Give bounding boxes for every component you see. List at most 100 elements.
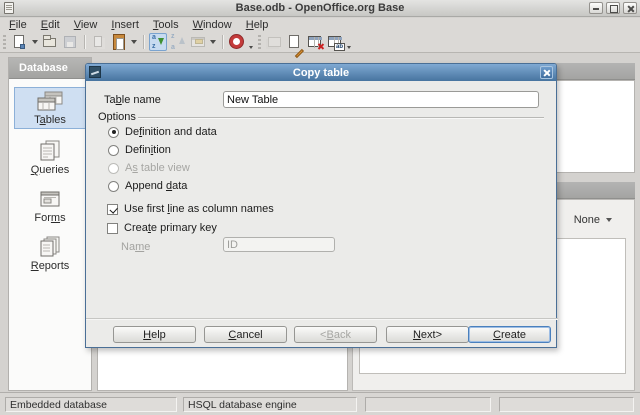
radio-circle (108, 163, 119, 174)
sidebar-item-label: Forms (34, 212, 65, 224)
rename-ab-icon: ab (334, 43, 345, 51)
sidebar-item-label: Tables (34, 114, 66, 126)
dialog-title: Copy table (86, 67, 556, 79)
menu-edit[interactable]: Edit (34, 19, 67, 31)
window-title: Base.odb - OpenOffice.org Base (0, 2, 640, 14)
chevron-down-icon (606, 218, 612, 222)
radio-circle[interactable] (108, 181, 119, 192)
open-folder-icon (43, 38, 56, 47)
new-document-button[interactable] (11, 33, 29, 51)
save-icon (64, 36, 76, 48)
create-button[interactable]: Create (468, 326, 551, 343)
primary-key-name-label: Name (121, 241, 150, 253)
app-icon (4, 2, 14, 14)
pencil-icon (295, 49, 304, 58)
radio-definition[interactable]: Definition (108, 144, 171, 156)
menu-file[interactable]: File (2, 19, 34, 31)
save-button (61, 33, 79, 51)
menubar: File Edit View Insert Tools Window Help (0, 18, 640, 32)
menu-tools[interactable]: Tools (146, 19, 186, 31)
dialog-titlebar: Copy table (86, 64, 556, 81)
dialog-icon (89, 66, 101, 78)
minimize-button[interactable] (589, 2, 603, 14)
new-document-dropdown[interactable] (32, 40, 38, 44)
sidebar-item-reports[interactable]: Reports (14, 233, 86, 275)
table-name-input[interactable] (223, 91, 539, 108)
status-cell-empty (365, 397, 491, 412)
radio-append-data[interactable]: Append data (108, 180, 187, 192)
cancel-button[interactable]: Cancel (204, 326, 287, 343)
reports-icon (35, 236, 65, 259)
statusbar: Embedded database HSQL database engine (0, 392, 640, 415)
sort-ascending-button[interactable]: az (149, 33, 167, 51)
window-titlebar: Base.odb - OpenOffice.org Base (0, 0, 640, 17)
tables-icon (35, 90, 65, 113)
sidebar-item-forms[interactable]: Forms (14, 185, 86, 227)
table-name-label: Table name (104, 94, 161, 106)
paste-icon (113, 34, 125, 50)
edit-button[interactable] (286, 33, 304, 51)
checkbox-create-primary-key[interactable]: Create primary key (107, 222, 217, 234)
sort-descending-button[interactable]: za (169, 33, 187, 51)
copy-icon (94, 36, 102, 47)
help-lifebuoy-icon (230, 35, 243, 48)
status-cell-empty (499, 397, 634, 412)
sort-descending-icon: za (169, 33, 187, 51)
database-sidebar: Database Tables Queries Forms (8, 57, 92, 391)
close-button[interactable] (623, 2, 637, 14)
form-stack-icon (268, 37, 281, 47)
preview-mode-value: None (574, 214, 600, 226)
sidebar-item-label: Reports (31, 260, 70, 272)
toolbar-separator (143, 35, 144, 49)
rename-table-button[interactable]: ab (326, 33, 344, 51)
menu-help[interactable]: Help (239, 19, 276, 31)
help-button[interactable] (228, 33, 246, 51)
forms-icon (35, 188, 65, 211)
help-dropdown[interactable] (249, 46, 253, 49)
help-dialog-button[interactable]: Help (113, 326, 196, 343)
status-database-engine: HSQL database engine (183, 397, 357, 412)
radio-circle[interactable] (108, 127, 119, 138)
menu-insert[interactable]: Insert (104, 19, 146, 31)
edit-page-icon (289, 35, 299, 48)
sort-ascending-icon: az (150, 34, 166, 50)
radio-as-table-view: As table view (108, 162, 190, 174)
sidebar-header: Database (9, 58, 91, 79)
maximize-button[interactable] (606, 2, 620, 14)
paste-button[interactable] (110, 33, 128, 51)
form-wizard-dropdown[interactable] (210, 40, 216, 44)
menu-window[interactable]: Window (186, 19, 239, 31)
form-wizard-button[interactable] (189, 33, 207, 51)
sidebar-item-label: Queries (31, 164, 70, 176)
copy-button (90, 33, 108, 51)
sidebar-item-tables[interactable]: Tables (14, 87, 86, 129)
checkbox-box[interactable] (107, 223, 118, 234)
radio-circle[interactable] (108, 145, 119, 156)
delete-table-button[interactable] (306, 33, 324, 51)
toolbar: az za ab (0, 32, 640, 53)
menu-view[interactable]: View (67, 19, 105, 31)
checkbox-use-first-line[interactable]: Use first line as column names (107, 203, 274, 215)
delete-x-icon (317, 43, 324, 50)
base-application-window: { "window": { "title": "Base.odb - OpenO… (0, 0, 640, 415)
toolbar-grip[interactable] (258, 35, 261, 49)
form-wizard-icon (191, 37, 205, 47)
paste-dropdown[interactable] (131, 40, 137, 44)
queries-icon (35, 140, 65, 163)
sidebar-item-queries[interactable]: Queries (14, 137, 86, 179)
back-button: < Back (294, 326, 377, 343)
status-database-type: Embedded database (5, 397, 177, 412)
new-document-icon (14, 35, 24, 48)
toolbar-separator (84, 35, 85, 49)
next-button[interactable]: Next> (386, 326, 469, 343)
radio-definition-and-data[interactable]: Definition and data (108, 126, 217, 138)
preview-mode-dropdown[interactable]: None (574, 214, 612, 226)
copy-table-dialog: Copy table Table name Options Definition… (85, 63, 557, 348)
options-group-label: Options (98, 111, 136, 123)
rename-dropdown[interactable] (347, 46, 351, 49)
dialog-close-icon[interactable] (540, 66, 553, 79)
toolbar-grip[interactable] (3, 35, 6, 49)
dialog-separator (86, 318, 558, 319)
open-button[interactable] (41, 33, 59, 51)
checkbox-box[interactable] (107, 204, 118, 215)
